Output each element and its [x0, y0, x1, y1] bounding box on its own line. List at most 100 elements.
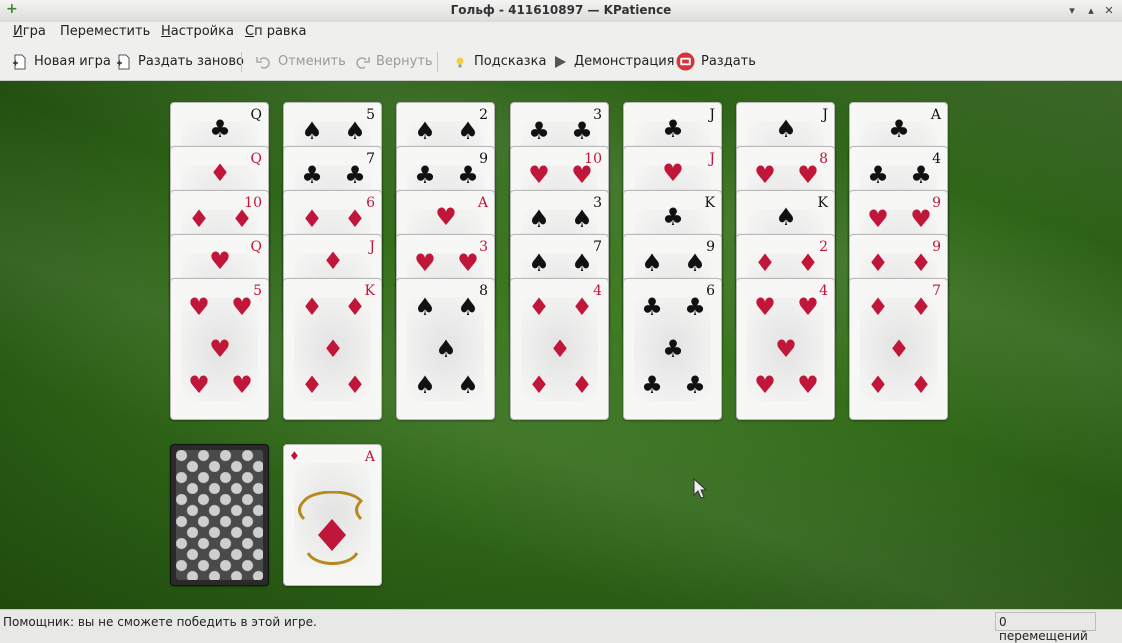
tableau-card[interactable]: K ♦ ♦ ♦ ♦ ♦: [283, 278, 382, 420]
card-rank: 9: [932, 195, 941, 211]
card-suit-pip: ♥: [209, 335, 231, 363]
menu-bar: Игра Переместить Настройка Сп равка: [0, 22, 1122, 43]
redeal-button[interactable]: Раздать заново: [116, 43, 244, 80]
card-suit-pip: ♠: [435, 335, 457, 363]
hint-button[interactable]: Подсказка: [452, 43, 546, 80]
card-suit-pip: ♠: [414, 293, 436, 321]
card-suit-pip: ♣: [457, 161, 479, 189]
tableau-card[interactable]: 8 ♠ ♠ ♠ ♠ ♠: [396, 278, 495, 420]
card-suit-pip: ♦: [301, 371, 323, 399]
menu-settings-label: астройка: [170, 24, 234, 39]
card-suit-pip: ♦: [231, 205, 253, 233]
card-rank: 3: [593, 195, 602, 211]
undo-label: Отменить: [278, 54, 346, 69]
deal-label: Раздать: [701, 54, 756, 69]
card-rank: A: [364, 449, 375, 465]
card-suit-pip: ♥: [754, 161, 776, 189]
card-suit-pip: ♥: [775, 335, 797, 363]
tableau-card[interactable]: 5 ♥ ♥ ♥ ♥ ♥: [170, 278, 269, 420]
card-suit-pip: ♥: [528, 161, 550, 189]
card-suit-pip: ♥: [797, 293, 819, 321]
card-suit-pip: ♣: [414, 161, 436, 189]
card-suit-pip: ♣: [910, 161, 932, 189]
card-suit-pip: ♥: [435, 203, 457, 231]
card-suit-pip: ♣: [571, 117, 593, 145]
card-suit-pip: ♠: [641, 249, 663, 277]
card-rank: A: [477, 195, 488, 211]
menu-settings-mnemonic: Н: [161, 24, 171, 39]
minimize-icon[interactable]: ▾: [1064, 3, 1080, 19]
card-suit-pip: ♥: [188, 293, 210, 321]
card-suit-pip: ♦: [322, 335, 344, 363]
deal-button[interactable]: Раздать: [676, 43, 756, 80]
demo-button[interactable]: Демонстрация: [552, 43, 674, 80]
moves-counter: 0 перемещений: [995, 612, 1096, 643]
stock-pile[interactable]: [170, 444, 269, 586]
card-suit-pip: ♣: [662, 203, 684, 231]
tableau-card[interactable]: 7 ♦ ♦ ♦ ♦ ♦: [849, 278, 948, 420]
menu-game-mnemonic: И: [13, 24, 23, 39]
waste-pile-card[interactable]: ♦ A: [283, 444, 382, 586]
new-document-icon: [13, 54, 26, 69]
card-suit-pip: ♠: [457, 371, 479, 399]
card-suit-pip: ♦: [910, 249, 932, 277]
lightbulb-icon: [456, 57, 464, 67]
card-suit-pip: ♦: [344, 293, 366, 321]
card-rank: 6: [706, 283, 715, 299]
redo-button[interactable]: Вернуть: [354, 43, 433, 80]
tableau-card[interactable]: 4 ♦ ♦ ♦ ♦ ♦: [510, 278, 609, 420]
card-suit-pip: ♦: [910, 293, 932, 321]
toolbar-separator: [437, 52, 438, 72]
close-icon[interactable]: ✕: [1101, 3, 1117, 19]
card-suit-pip: ♦: [549, 335, 571, 363]
menu-help[interactable]: Сп равка: [245, 24, 306, 39]
card-suit-pip: ♥: [797, 161, 819, 189]
card-suit-pip: ♣: [209, 115, 231, 143]
card-rank: 7: [366, 151, 375, 167]
maximize-icon[interactable]: ▴: [1083, 3, 1099, 19]
window-title: Гольф - 411610897 — KPatience: [450, 3, 672, 17]
card-rank: A: [930, 107, 941, 123]
card-rank: Q: [250, 151, 262, 167]
card-suit-pip: ♦: [797, 249, 819, 277]
undo-button[interactable]: Отменить: [256, 43, 346, 80]
toolbar: Новая игра Раздать заново Отменить Верну…: [0, 43, 1122, 81]
card-rank: 9: [479, 151, 488, 167]
card-rank: 4: [932, 151, 941, 167]
card-suit-pip: ♥: [231, 293, 253, 321]
card-rank: 3: [479, 239, 488, 255]
menu-settings[interactable]: Настройка: [161, 24, 234, 39]
card-suit-pip: ♦: [888, 335, 910, 363]
card-suit-pip: ♦: [910, 371, 932, 399]
tableau-card[interactable]: 4 ♥ ♥ ♥ ♥ ♥: [736, 278, 835, 420]
tableau-card[interactable]: 6 ♣ ♣ ♣ ♣ ♣: [623, 278, 722, 420]
card-suit-pip: ♦: [571, 371, 593, 399]
card-suit-pip: ♠: [684, 249, 706, 277]
new-game-label: Новая игра: [34, 54, 111, 69]
card-suit-pip: ♦: [754, 249, 776, 277]
card-suit-pip: ♥: [754, 371, 776, 399]
card-rank: 7: [932, 283, 941, 299]
card-suit-pip: ♠: [775, 203, 797, 231]
card-suit-pip: ♦: [188, 205, 210, 233]
title-bar[interactable]: + Гольф - 411610897 — KPatience ▾ ▴ ✕: [0, 0, 1122, 23]
card-rank: J: [709, 151, 715, 167]
card-rank: J: [822, 107, 828, 123]
redo-icon: [356, 56, 370, 69]
card-suit-pip: ♠: [344, 117, 366, 145]
menu-move[interactable]: Переместить: [60, 24, 150, 39]
card-rank: 9: [706, 239, 715, 255]
card-rank: 2: [819, 239, 828, 255]
card-rank: Q: [250, 239, 262, 255]
play-icon: [555, 55, 566, 68]
card-rank: Q: [250, 107, 262, 123]
card-rank: 2: [479, 107, 488, 123]
card-suit-pip: ♦: [867, 249, 889, 277]
card-suit-pip: ♥: [209, 247, 231, 275]
card-suit-pip: ♣: [528, 117, 550, 145]
card-suit-pip: ♥: [910, 205, 932, 233]
new-game-button[interactable]: Новая игра: [12, 43, 111, 80]
menu-help-mnemonic: С: [245, 24, 255, 39]
status-message: Помощник: вы не сможете победить в этой …: [3, 615, 317, 629]
menu-game[interactable]: Игра: [13, 24, 46, 39]
